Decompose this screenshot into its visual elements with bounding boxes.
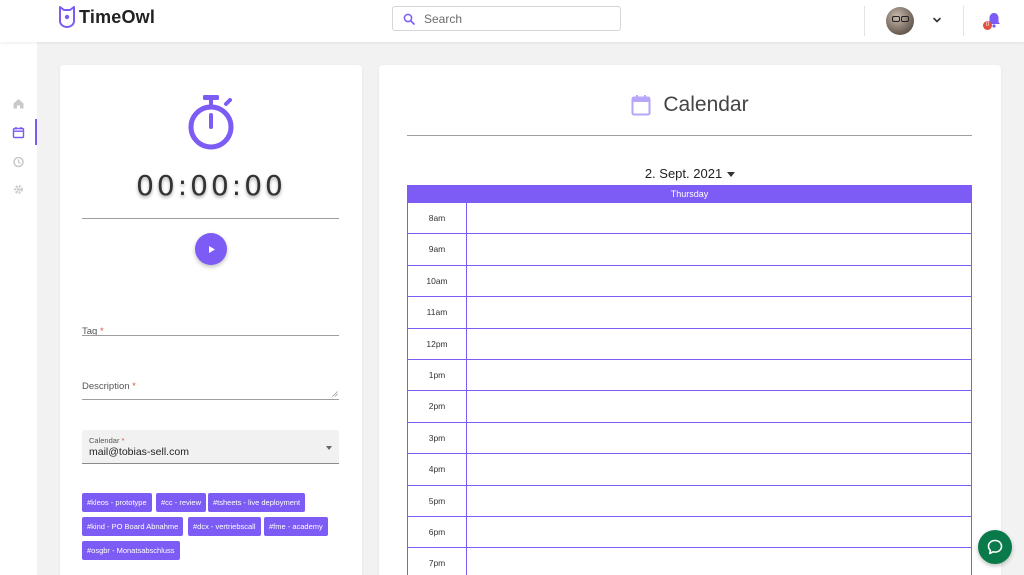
calendar-header: Calendar (379, 93, 1001, 117)
hour-label: 3pm (408, 422, 467, 454)
hour-label: 11am (408, 297, 467, 328)
time-slot[interactable] (467, 391, 971, 421)
time-slot[interactable] (467, 360, 971, 390)
settings-icon (14, 184, 23, 194)
search-box[interactable] (392, 6, 621, 31)
chat-launcher-button[interactable] (978, 530, 1012, 564)
calendar-icon (12, 126, 25, 138)
caret-down-icon (727, 171, 736, 177)
search-icon (403, 13, 415, 25)
hour-label: 4pm (408, 454, 467, 485)
hour-label: 10am (408, 265, 467, 297)
description-field[interactable]: Description * (82, 376, 339, 401)
time-slot[interactable] (467, 548, 971, 575)
history-icon (13, 156, 24, 167)
owl-logo-icon (59, 6, 75, 28)
hour-label: 5pm (408, 485, 467, 516)
header-divider (963, 6, 964, 36)
date-picker[interactable]: 2. Sept. 2021 (379, 166, 1001, 181)
divider (407, 135, 972, 136)
calendar-select-label: Calendar * (89, 436, 125, 445)
calendar-title: Calendar (663, 93, 749, 116)
day-schedule: Thursday 8am 9am 10am 11am 12pm 1pm 2pm … (407, 185, 972, 575)
hour-row[interactable]: 2pm (408, 391, 971, 423)
hour-row[interactable]: 8am (408, 203, 971, 235)
timer-card: 00:00:00 Tag * Description * Calendar * … (60, 65, 362, 575)
timer-display: 00:00:00 (136, 169, 286, 202)
hour-label: 2pm (408, 391, 467, 422)
calendar-select-value: mail@tobias-sell.com (89, 446, 189, 458)
tag-chip[interactable]: #osgbr - Monatsabschluss (82, 541, 180, 560)
hour-label: 9am (408, 234, 467, 265)
description-label: Description * (82, 381, 136, 392)
time-slot[interactable] (467, 203, 971, 233)
hour-label: 1pm (408, 359, 467, 391)
calendar-card: Calendar 2. Sept. 2021 Thursday 8am 9am … (379, 65, 1001, 575)
hour-row[interactable]: 10am (408, 265, 971, 298)
time-slot[interactable] (467, 517, 971, 547)
app-name: TimeOwl (79, 6, 156, 27)
nav-item-calendar[interactable] (0, 119, 37, 145)
nav-item-home[interactable] (0, 90, 37, 116)
play-icon (208, 245, 215, 253)
tag-chip[interactable]: #cc - review (156, 493, 207, 512)
calendar-icon (631, 95, 651, 116)
search-input[interactable] (424, 11, 604, 26)
time-slot[interactable] (467, 266, 971, 296)
stopwatch-icon (188, 95, 234, 150)
hour-row[interactable]: 9am (408, 234, 971, 266)
hour-label: 12pm (408, 328, 467, 359)
nav-item-settings[interactable] (0, 176, 37, 202)
tag-chip[interactable]: #kleos - prototype (82, 493, 152, 512)
header-divider (864, 6, 865, 36)
resize-handle-icon[interactable] (332, 391, 338, 397)
hour-row[interactable]: 7pm (408, 548, 971, 575)
time-slot[interactable] (467, 234, 971, 264)
chat-bubble-icon (987, 539, 1003, 555)
hour-row[interactable]: 5pm (408, 485, 971, 517)
time-slot[interactable] (467, 486, 971, 516)
app-logo[interactable]: TimeOwl (58, 6, 155, 28)
top-header: TimeOwl 0 (0, 0, 1024, 42)
hour-row[interactable]: 6pm (408, 516, 971, 549)
time-slot[interactable] (467, 297, 971, 327)
hour-row[interactable]: 11am (408, 297, 971, 329)
chevron-down-icon[interactable] (932, 15, 942, 25)
hour-row[interactable]: 12pm (408, 328, 971, 360)
calendar-date: 2. Sept. 2021 (644, 166, 723, 181)
hour-label: 7pm (408, 548, 467, 575)
hour-row[interactable]: 3pm (408, 422, 971, 455)
time-slot[interactable] (467, 423, 971, 453)
home-icon (13, 98, 24, 108)
tag-field[interactable]: Tag * (82, 321, 339, 337)
tag-chip[interactable]: #kind - PO Board Abnahme (82, 517, 184, 536)
hour-label: 8am (408, 203, 467, 234)
divider (82, 218, 339, 219)
time-slot[interactable] (467, 454, 971, 484)
user-avatar[interactable] (886, 7, 914, 35)
calendar-select[interactable]: Calendar * mail@tobias-sell.com (82, 430, 339, 464)
nav-item-history[interactable] (0, 148, 37, 174)
side-nav (0, 42, 37, 575)
tag-chip[interactable]: #tsheets - live deployment (208, 493, 306, 512)
hour-label: 6pm (408, 516, 467, 548)
tag-chip[interactable]: #dcx - vertriebscall (188, 517, 261, 536)
caret-down-icon (326, 446, 332, 450)
notification-badge: 0 (983, 21, 992, 30)
tag-chip[interactable]: #fme - academy (264, 517, 328, 536)
start-timer-button[interactable] (195, 233, 227, 265)
hour-row[interactable]: 4pm (408, 454, 971, 486)
day-header: Thursday (408, 185, 971, 203)
hour-row[interactable]: 1pm (408, 359, 971, 392)
time-slot[interactable] (467, 329, 971, 359)
